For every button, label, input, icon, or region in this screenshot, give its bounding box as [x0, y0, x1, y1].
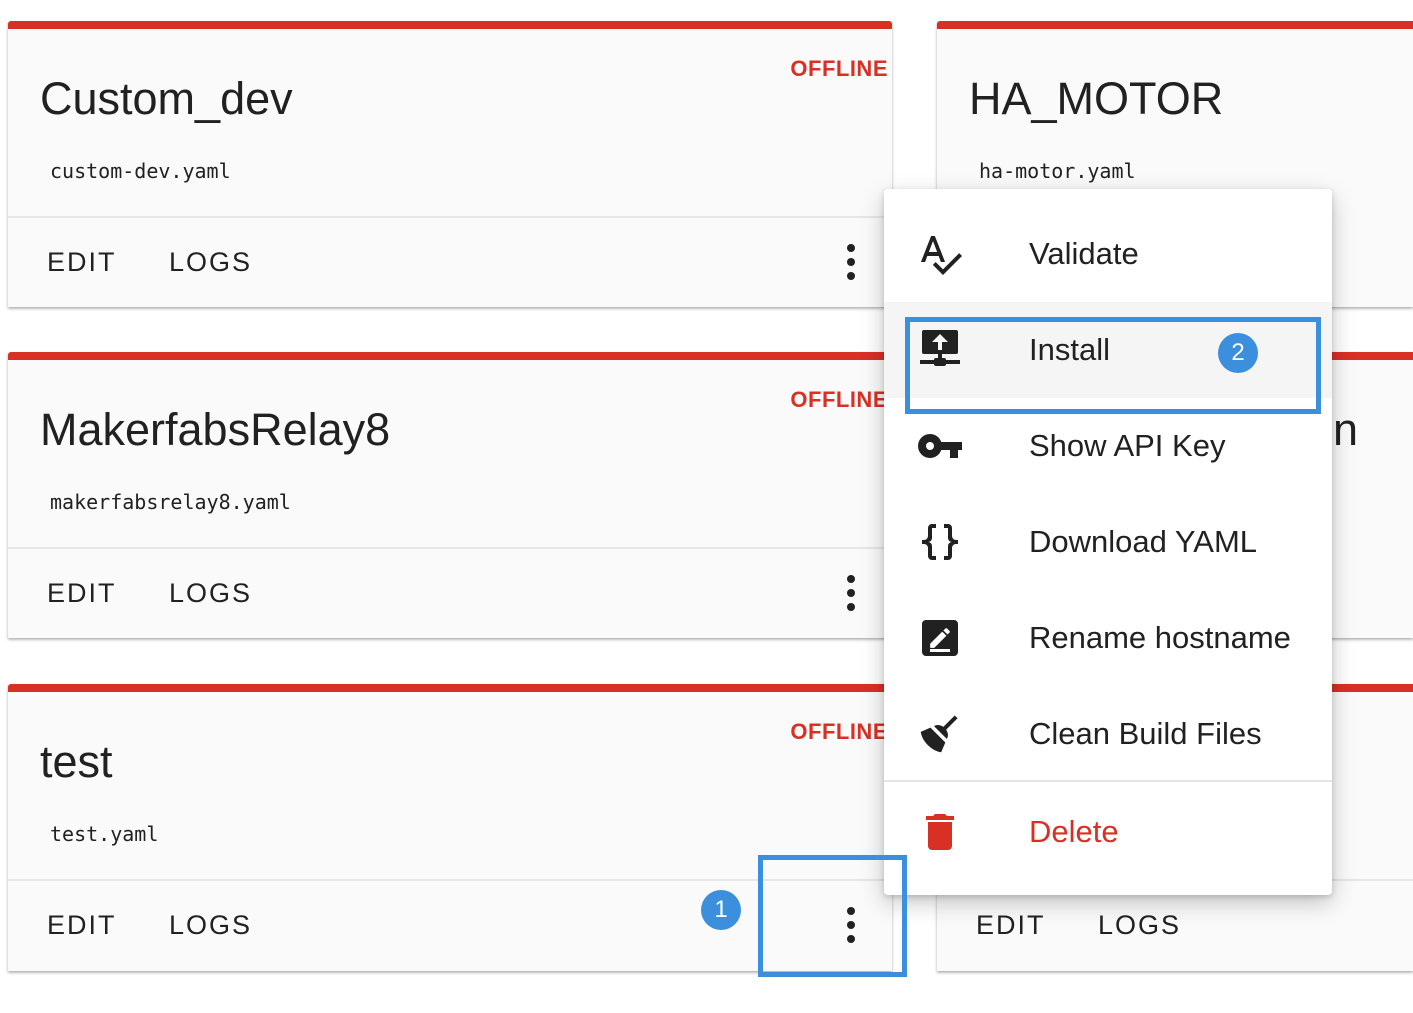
menu-item-delete[interactable]: Delete	[884, 784, 1332, 880]
menu-item-install[interactable]: Install	[884, 302, 1332, 398]
edit-button[interactable]: EDIT	[47, 578, 117, 609]
device-config-file: makerfabsrelay8.yaml	[50, 490, 291, 514]
menu-item-label: Show API Key	[1029, 428, 1226, 463]
device-name: test	[40, 736, 113, 787]
device-config-file: ha-motor.yaml	[979, 159, 1136, 183]
edit-button[interactable]: EDIT	[47, 247, 117, 278]
device-card-test: OFFLINE test test.yaml EDIT LOGS	[8, 684, 892, 971]
card-actions: EDIT LOGS	[8, 549, 892, 638]
edit-button[interactable]: EDIT	[47, 910, 117, 941]
logs-button[interactable]: LOGS	[169, 247, 252, 278]
card-actions: EDIT LOGS	[8, 881, 892, 970]
status-bar-offline	[937, 21, 1413, 29]
more-options-icon[interactable]	[838, 907, 864, 943]
menu-item-label: Download YAML	[1029, 524, 1258, 559]
status-bar-offline	[8, 21, 892, 29]
upload-network-icon	[920, 330, 960, 366]
device-config-file: test.yaml	[50, 822, 159, 846]
device-options-menu: Validate Install Show API Key Download Y…	[884, 189, 1332, 895]
device-config-file: custom-dev.yaml	[50, 159, 231, 183]
menu-item-label: Rename hostname	[1029, 620, 1291, 655]
menu-divider	[884, 780, 1332, 782]
menu-item-label: Install	[1029, 332, 1110, 367]
menu-item-download-yaml[interactable]: Download YAML	[884, 494, 1332, 590]
device-name: MakerfabsRelay8	[40, 404, 391, 455]
menu-item-clean-build-files[interactable]: Clean Build Files	[884, 686, 1332, 782]
more-options-icon[interactable]	[838, 575, 864, 611]
more-options-icon[interactable]	[838, 244, 864, 280]
device-name: n	[1333, 404, 1359, 455]
step-badge-1: 1	[701, 890, 741, 930]
status-bar-offline	[8, 684, 892, 692]
status-badge: OFFLINE	[790, 56, 888, 81]
status-badge: OFFLINE	[790, 719, 888, 744]
step-badge-2: 2	[1218, 333, 1258, 373]
status-bar-offline	[8, 352, 892, 360]
broom-icon	[920, 715, 958, 753]
device-name: Custom_dev	[40, 73, 293, 124]
device-card-makerfabsrelay8: OFFLINE MakerfabsRelay8 makerfabsrelay8.…	[8, 352, 892, 638]
device-name: HA_MOTOR	[969, 73, 1224, 124]
menu-item-label: Delete	[1029, 814, 1119, 849]
code-braces-icon	[922, 524, 958, 560]
menu-item-label: Clean Build Files	[1029, 716, 1262, 751]
rename-box-icon	[922, 620, 958, 656]
edit-button[interactable]: EDIT	[976, 910, 1046, 941]
logs-button[interactable]: LOGS	[169, 910, 252, 941]
logs-button[interactable]: LOGS	[169, 578, 252, 609]
menu-item-label: Validate	[1029, 236, 1139, 271]
menu-item-rename-hostname[interactable]: Rename hostname	[884, 590, 1332, 686]
device-card-custom-dev: OFFLINE Custom_dev custom-dev.yaml EDIT …	[8, 21, 892, 307]
menu-item-show-api-key[interactable]: Show API Key	[884, 398, 1332, 494]
status-badge: OFFLINE	[790, 387, 888, 412]
logs-button[interactable]: LOGS	[1098, 910, 1181, 941]
key-icon	[918, 434, 962, 458]
delete-icon	[926, 814, 954, 850]
menu-item-validate[interactable]: Validate	[884, 206, 1332, 302]
spellcheck-icon	[920, 236, 962, 275]
card-actions: EDIT LOGS	[8, 218, 892, 307]
